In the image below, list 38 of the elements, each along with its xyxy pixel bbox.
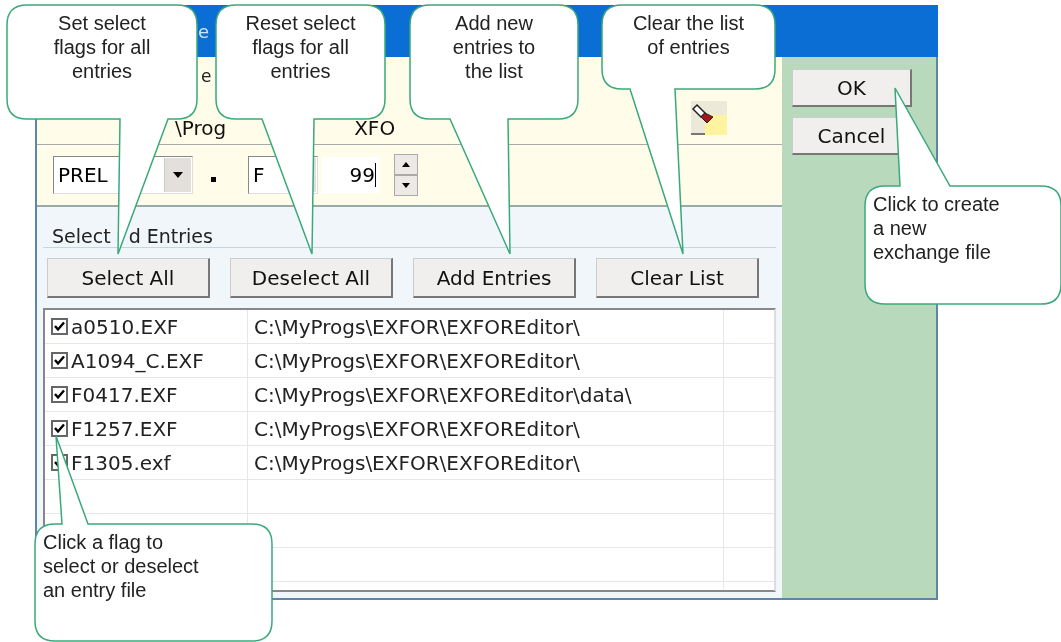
spin-buttons[interactable] <box>394 154 418 196</box>
file-path: C:\MyProgs\EXFOR\EXFOREditor\ <box>254 450 580 475</box>
deselect-all-button[interactable]: Deselect All <box>230 258 393 298</box>
file-path: C:\MyProgs\EXFOR\EXFOREditor\data\ <box>254 382 632 407</box>
callout-text: Click a flag to select or deselect an entry file <box>42 530 200 602</box>
callout-text: Click to create a new exchange file <box>872 192 1001 264</box>
checkbox[interactable] <box>51 420 68 437</box>
file-path: C:\MyProgs\EXFOR\EXFOREditor\ <box>254 416 580 441</box>
add-entries-button[interactable]: Add Entries <box>413 258 576 298</box>
group-label: Select <box>52 225 111 247</box>
file-name: F0417.EXF <box>71 382 178 407</box>
year-field[interactable]: 99 <box>322 157 380 193</box>
check-icon <box>53 388 66 401</box>
path-text: XFO <box>354 116 396 140</box>
check-icon <box>53 320 66 333</box>
callout-text: Clear the list of entries <box>631 11 746 59</box>
file-name: a0510.EXF <box>71 314 179 339</box>
callout-text: Reset select flags for all entries <box>244 11 357 83</box>
file-path: C:\MyProgs\EXFOR\EXFOREditor\ <box>254 314 580 339</box>
file-name: A1094_C.EXF <box>71 348 204 373</box>
callout-text: Add new entries to the list <box>451 11 537 83</box>
checkbox[interactable] <box>51 386 68 403</box>
file-name: F1305.exf <box>71 450 171 475</box>
window-title: e <box>198 20 210 42</box>
check-icon <box>53 422 66 435</box>
checkbox[interactable] <box>51 352 68 369</box>
file-path: C:\MyProgs\EXFOR\EXFOREditor\ <box>254 348 580 373</box>
clear-list-button[interactable]: Clear List <box>596 258 759 298</box>
checkbox[interactable] <box>51 318 68 335</box>
file-name: F1257.EXF <box>71 416 178 441</box>
check-icon <box>53 354 66 367</box>
flashlight-icon[interactable] <box>691 100 727 135</box>
path-text: \Prog <box>175 116 227 140</box>
select-all-button[interactable]: Select All <box>47 258 210 298</box>
field-label: e <box>201 66 212 86</box>
group-label: d Entries <box>128 225 213 247</box>
callout-text: Set select flags for all entries <box>52 11 152 83</box>
ok-button[interactable]: OK <box>792 69 912 107</box>
